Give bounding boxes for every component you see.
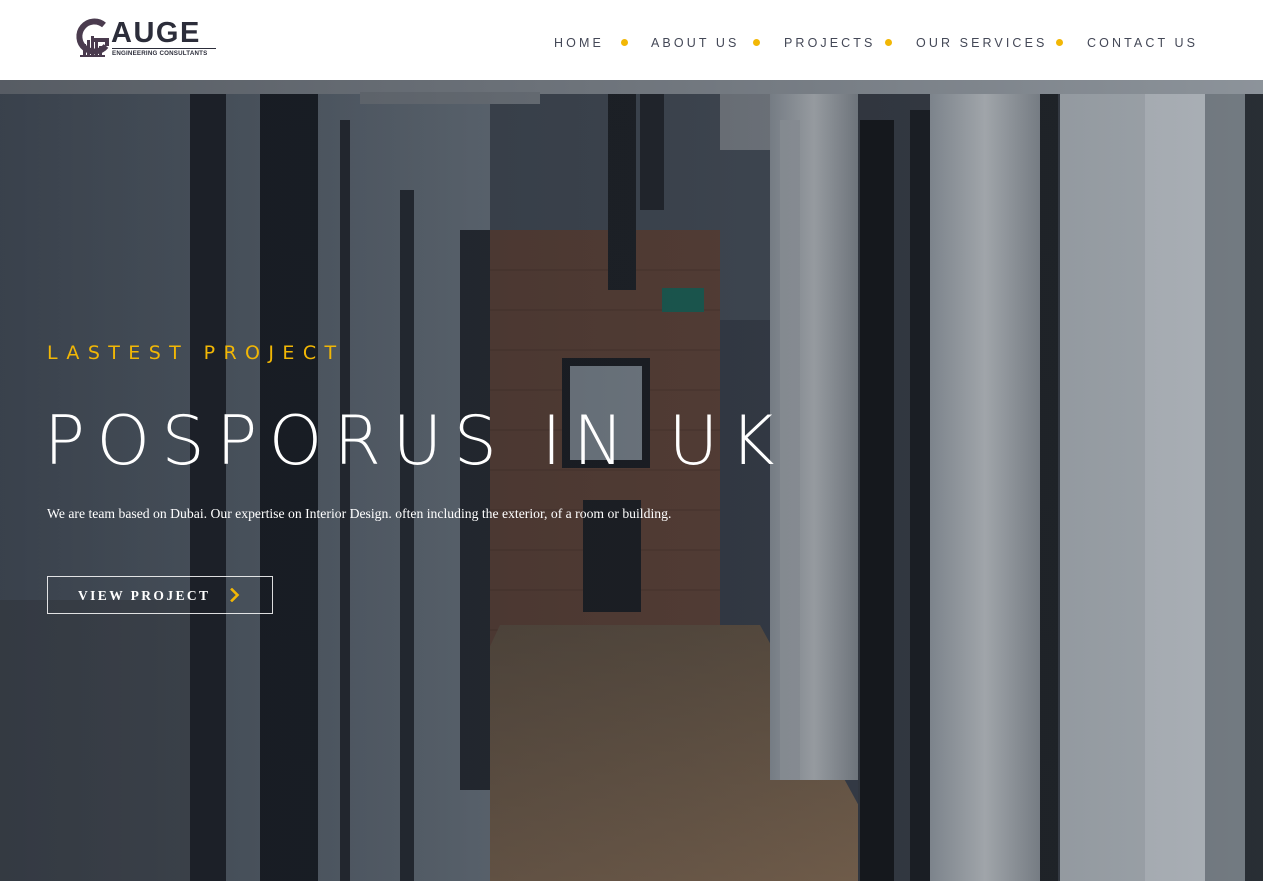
nav-item-about-us[interactable]: ABOUT US	[651, 36, 739, 50]
nav-item-contact-us[interactable]: CONTACT US	[1087, 36, 1198, 50]
nav-separator-dot	[753, 39, 760, 46]
hero-description: We are team based on Dubai. Our expertis…	[47, 506, 672, 521]
brand-tagline: ENGINEERING CONSULTANTS	[112, 50, 208, 57]
nav-separator-dot	[885, 39, 892, 46]
view-project-button[interactable]: VIEW PROJECT	[47, 576, 273, 614]
hero-section: LASTEST PROJECT POSPORUS IN UK We are te…	[0, 80, 1263, 881]
hero-kicker: LASTEST PROJECT	[47, 342, 345, 364]
nav-item-our-services[interactable]: OUR SERVICES	[916, 36, 1047, 50]
nav-item-projects[interactable]: PROJECTS	[784, 36, 875, 50]
nav-item-home[interactable]: HOME	[554, 36, 604, 50]
view-project-label: VIEW PROJECT	[78, 588, 211, 603]
chevron-right-icon	[230, 588, 240, 602]
nav-separator-dot	[1056, 39, 1063, 46]
hero-title: POSPORUS IN UK	[44, 402, 786, 481]
nav-separator-dot	[621, 39, 628, 46]
site-header: AUGE ENGINEERING CONSULTANTS HOME ABOUT …	[0, 0, 1263, 80]
main-nav: HOME ABOUT US PROJECTS OUR SERVICES CONT…	[0, 36, 1263, 50]
